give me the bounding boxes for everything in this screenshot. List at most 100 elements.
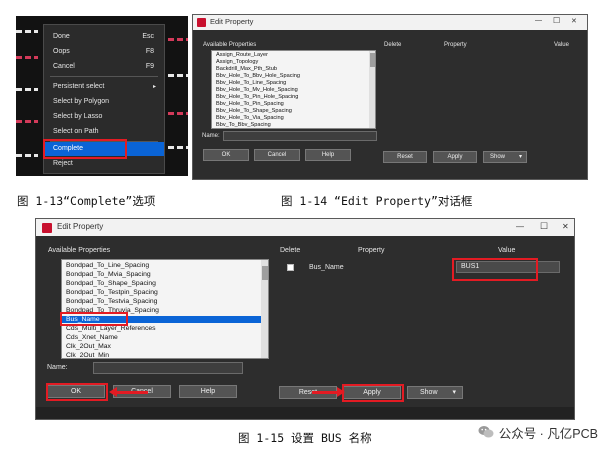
background-strip [36, 407, 574, 419]
minimize-icon[interactable]: — [535, 17, 542, 24]
cancel-button[interactable]: Cancel [254, 149, 300, 161]
menu-item-oops[interactable]: Oops F8 [44, 45, 164, 59]
available-properties-header: Available Properties [203, 42, 257, 48]
list-item[interactable]: Clk_2Out_Max [62, 343, 262, 350]
menu-item-label: Select by Polygon [53, 98, 110, 105]
edit-property-dialog-small: Edit Property — ☐ ✕ Available Properties… [192, 14, 588, 180]
menu-separator [50, 76, 158, 77]
show-dropdown[interactable]: Show ▾ [407, 386, 463, 399]
title-bar: Edit Property — ☐ ✕ [36, 219, 574, 236]
watermark: 公众号 · 凡亿PCB [478, 424, 598, 441]
list-item[interactable]: Bbv_Hole_To_Shape_Spacing [212, 108, 292, 114]
pcb-trace [168, 74, 188, 77]
delete-checkbox[interactable] [287, 264, 294, 271]
list-scrollbar[interactable] [369, 51, 375, 128]
list-item[interactable]: Bbv_Hole_To_Line_Spacing [212, 80, 286, 86]
menu-item-cancel[interactable]: Cancel F9 [44, 60, 164, 74]
pcb-trace [16, 120, 38, 123]
pointer-arrow-left [109, 387, 148, 397]
maximize-icon[interactable]: ☐ [540, 221, 548, 232]
menu-item-select-by-lasso[interactable]: Select by Lasso [44, 110, 164, 124]
show-label: Show [490, 154, 506, 160]
list-item[interactable]: Backdrill_Max_Pth_Stub [212, 66, 277, 72]
menu-item-label: Persistent select [53, 83, 105, 90]
menu-item-label: Done [53, 33, 70, 40]
close-icon[interactable]: ✕ [571, 17, 577, 25]
app-icon [42, 223, 52, 233]
list-item[interactable]: Assign_Route_Layer [212, 52, 268, 58]
list-scrollbar[interactable] [261, 260, 268, 358]
property-header: Property [358, 247, 385, 254]
highlight-box [46, 383, 108, 401]
menu-item-label: Select by Lasso [53, 113, 103, 120]
show-label: Show [420, 389, 438, 396]
reset-button[interactable]: Reset [383, 151, 427, 163]
menu-item-label: Reject [53, 160, 73, 167]
available-properties-list[interactable]: Bondpad_To_Line_Spacing Bondpad_To_Mvia_… [61, 259, 269, 359]
pointer-arrow-right [312, 387, 345, 397]
list-item[interactable]: Cds_Xnet_Name [62, 334, 262, 341]
shortcut-key: F9 [145, 63, 154, 70]
show-dropdown[interactable]: Show ▾ [483, 151, 527, 163]
available-properties-header: Available Properties [48, 247, 111, 254]
chevron-down-icon: ▾ [452, 389, 456, 396]
list-item[interactable]: Bbv_To_Bbv_Spacing [212, 122, 271, 128]
list-item[interactable]: Bbv_Hole_To_Bbv_Hole_Spacing [212, 73, 300, 79]
ok-button[interactable]: OK [203, 149, 249, 161]
list-item[interactable]: Bondpad_To_Testpin_Spacing [62, 289, 262, 296]
name-label: Name: [202, 133, 220, 139]
delete-header: Delete [384, 42, 402, 48]
pcb-trace [168, 38, 188, 41]
list-item[interactable]: Bondpad_To_Mvia_Spacing [62, 271, 262, 278]
maximize-icon[interactable]: ☐ [553, 16, 560, 25]
menu-item-select-by-polygon[interactable]: Select by Polygon [44, 95, 164, 109]
caption-fig13: 图 1-13“Complete”选项 [17, 194, 156, 208]
list-item[interactable]: Bondpad_To_Shape_Spacing [62, 280, 262, 287]
scrollbar-thumb[interactable] [370, 53, 375, 67]
delete-header: Delete [280, 247, 301, 254]
title-bar: Edit Property — ☐ ✕ [193, 15, 587, 30]
shortcut-key: F8 [145, 48, 154, 55]
highlight-box [452, 258, 538, 281]
menu-item-done[interactable]: Done Esc [44, 30, 164, 44]
list-item[interactable]: Bbv_Hole_To_Mv_Hole_Spacing [212, 87, 298, 93]
menu-item-label: Select on Path [53, 128, 99, 135]
highlight-box [60, 312, 128, 326]
list-item[interactable]: Clk_2Out_Min [62, 352, 262, 358]
menu-item-select-on-path[interactable]: Select on Path [44, 125, 164, 139]
pcb-trace [16, 56, 38, 59]
list-item[interactable]: Bbv_Hole_To_Via_Spacing [212, 115, 284, 121]
dialog-title: Edit Property [210, 17, 254, 26]
list-item[interactable]: Bondpad_To_Testvia_Spacing [62, 298, 262, 305]
list-item[interactable]: Assign_Topology [212, 59, 258, 65]
list-item[interactable]: Bbv_Hole_To_Pin_Spacing [212, 101, 284, 107]
pcb-trace [16, 30, 38, 33]
list-item[interactable]: Cds_Multi_Layer_References [62, 325, 262, 332]
menu-item-persistent-select[interactable]: Persistent select ▸ [44, 80, 164, 94]
highlight-box [43, 139, 127, 159]
available-properties-list[interactable]: Assign_Route_Layer Assign_Topology Backd… [211, 50, 376, 129]
close-icon[interactable]: ✕ [562, 222, 569, 231]
property-header: Property [444, 42, 467, 48]
context-menu-screenshot: Done Esc Oops F8 Cancel F9 Persistent se… [16, 16, 188, 176]
menu-item-reject[interactable]: Reject [44, 157, 164, 171]
help-button[interactable]: Help [179, 385, 237, 398]
value-header: Value [498, 247, 516, 254]
list-item[interactable]: Bondpad_To_Line_Spacing [62, 262, 262, 269]
highlight-box [342, 384, 404, 402]
name-input[interactable] [223, 131, 377, 141]
pcb-trace [16, 88, 38, 91]
help-button[interactable]: Help [305, 149, 351, 161]
scrollbar-thumb[interactable] [262, 266, 268, 280]
apply-button[interactable]: Apply [433, 151, 477, 163]
submenu-arrow-icon: ▸ [152, 84, 156, 90]
minimize-icon[interactable]: — [516, 222, 524, 231]
menu-item-label: Cancel [53, 63, 75, 70]
name-input[interactable] [93, 362, 243, 374]
value-header: Value [554, 42, 569, 48]
app-icon [197, 18, 206, 27]
list-item[interactable]: Bbv_Hole_To_Pin_Hole_Spacing [212, 94, 298, 100]
dialog-title: Edit Property [57, 222, 104, 231]
chevron-down-icon: ▾ [518, 154, 522, 160]
wechat-icon [478, 425, 494, 439]
